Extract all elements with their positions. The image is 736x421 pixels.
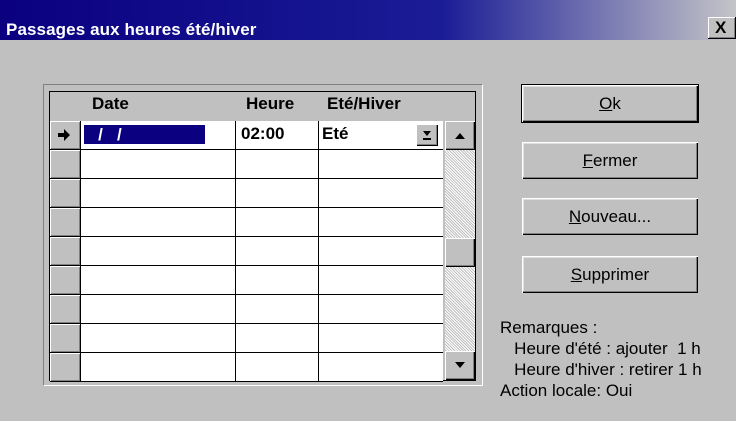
cell-ete-hiver[interactable] bbox=[319, 353, 443, 382]
cell-heure[interactable] bbox=[236, 208, 319, 237]
cell-heure[interactable] bbox=[236, 237, 319, 266]
table-row[interactable] bbox=[50, 179, 443, 208]
row-selector[interactable] bbox=[50, 179, 81, 208]
cell-heure[interactable] bbox=[236, 353, 319, 382]
ete-hiver-value bbox=[319, 269, 322, 288]
cell-date[interactable] bbox=[81, 353, 236, 382]
up-arrow-icon bbox=[455, 133, 465, 139]
remarks-heading: Remarques : bbox=[500, 318, 598, 337]
date-input[interactable]: / / bbox=[84, 125, 205, 144]
remarks-panel: Remarques : Heure d'été : ajouter 1 h He… bbox=[500, 317, 702, 401]
cell-heure[interactable] bbox=[236, 150, 319, 179]
row-selector[interactable] bbox=[50, 266, 81, 295]
scroll-up-button[interactable] bbox=[445, 121, 475, 150]
row-selector[interactable] bbox=[50, 208, 81, 237]
ete-hiver-dropdown-button[interactable] bbox=[416, 124, 438, 146]
dropdown-arrow-icon bbox=[423, 131, 431, 140]
fermer-button[interactable]: Fermer bbox=[522, 142, 698, 179]
ete-hiver-value: Eté bbox=[322, 124, 349, 143]
ok-button[interactable]: Ok bbox=[521, 84, 699, 123]
row-selector[interactable] bbox=[50, 150, 81, 179]
cell-date[interactable] bbox=[81, 266, 236, 295]
nouveau-label: ouveau... bbox=[581, 206, 652, 226]
vertical-scrollbar[interactable] bbox=[445, 121, 475, 380]
row-selector[interactable] bbox=[50, 295, 81, 324]
supprimer-button[interactable]: Supprimer bbox=[522, 256, 698, 293]
window-title: Passages aux heures été/hiver bbox=[6, 20, 257, 39]
table-row[interactable] bbox=[50, 324, 443, 353]
table-row[interactable] bbox=[50, 295, 443, 324]
close-button[interactable]: X bbox=[708, 17, 736, 39]
title-bar: Passages aux heures été/hiver bbox=[0, 0, 736, 40]
ete-hiver-value bbox=[319, 153, 322, 172]
cell-heure[interactable] bbox=[236, 266, 319, 295]
cell-heure[interactable] bbox=[236, 295, 319, 324]
cell-heure[interactable] bbox=[236, 324, 319, 353]
ok-label: k bbox=[612, 93, 621, 113]
remarks-line-ete: Heure d'été : ajouter 1 h bbox=[500, 339, 701, 358]
row-selector[interactable] bbox=[50, 353, 81, 382]
cell-ete-hiver[interactable] bbox=[319, 266, 443, 295]
scrollbar-thumb[interactable] bbox=[445, 238, 475, 267]
right-arrow-icon bbox=[58, 129, 70, 141]
down-arrow-icon bbox=[455, 362, 465, 368]
supprimer-mnemonic: S bbox=[570, 264, 583, 284]
cell-date[interactable] bbox=[81, 150, 236, 179]
cell-date[interactable] bbox=[81, 179, 236, 208]
cell-date[interactable] bbox=[81, 324, 236, 353]
date-grid[interactable]: Date Heure Eté/Hiver / / 02:00 Eté bbox=[49, 91, 476, 382]
ok-mnemonic: O bbox=[599, 93, 613, 113]
cell-date[interactable]: / / bbox=[81, 121, 236, 150]
ete-hiver-value bbox=[319, 298, 322, 317]
table-row[interactable] bbox=[50, 150, 443, 179]
ete-hiver-value bbox=[319, 182, 322, 201]
remarks-line-hiver: Heure d'hiver : retirer 1 h bbox=[500, 360, 702, 379]
ete-hiver-value bbox=[319, 211, 322, 230]
close-icon: X bbox=[715, 18, 727, 37]
table-row[interactable] bbox=[50, 208, 443, 237]
nouveau-button[interactable]: Nouveau... bbox=[522, 198, 698, 235]
column-header-heure[interactable]: Heure bbox=[246, 94, 294, 114]
cell-ete-hiver[interactable] bbox=[319, 237, 443, 266]
cell-ete-hiver[interactable]: Eté bbox=[319, 121, 443, 150]
fermer-label: ermer bbox=[592, 150, 638, 170]
cell-date[interactable] bbox=[81, 237, 236, 266]
table-row[interactable] bbox=[50, 353, 443, 382]
cell-date[interactable] bbox=[81, 295, 236, 324]
scroll-down-button[interactable] bbox=[445, 351, 475, 380]
cell-ete-hiver[interactable] bbox=[319, 150, 443, 179]
table-row[interactable] bbox=[50, 266, 443, 295]
table-row[interactable] bbox=[50, 237, 443, 266]
row-selector[interactable] bbox=[50, 121, 81, 150]
nouveau-mnemonic: N bbox=[568, 206, 582, 226]
ete-hiver-value bbox=[319, 356, 322, 375]
column-header-ete-hiver[interactable]: Eté/Hiver bbox=[327, 94, 401, 114]
column-header-date[interactable]: Date bbox=[92, 94, 129, 114]
ete-hiver-value bbox=[319, 240, 322, 259]
row-selector[interactable] bbox=[50, 324, 81, 353]
supprimer-label: upprimer bbox=[582, 264, 650, 284]
cell-ete-hiver[interactable] bbox=[319, 324, 443, 353]
cell-date[interactable] bbox=[81, 208, 236, 237]
cell-ete-hiver[interactable] bbox=[319, 179, 443, 208]
cell-ete-hiver[interactable] bbox=[319, 295, 443, 324]
ete-hiver-value bbox=[319, 327, 322, 346]
row-selector[interactable] bbox=[50, 237, 81, 266]
fermer-mnemonic: F bbox=[582, 150, 593, 170]
cell-heure[interactable]: 02:00 bbox=[236, 121, 319, 150]
cell-ete-hiver[interactable] bbox=[319, 208, 443, 237]
grid-body: / / 02:00 Eté bbox=[50, 121, 443, 382]
table-row[interactable]: / / 02:00 Eté bbox=[50, 121, 443, 150]
cell-heure[interactable] bbox=[236, 179, 319, 208]
remarks-action-locale: Action locale: Oui bbox=[500, 381, 633, 400]
